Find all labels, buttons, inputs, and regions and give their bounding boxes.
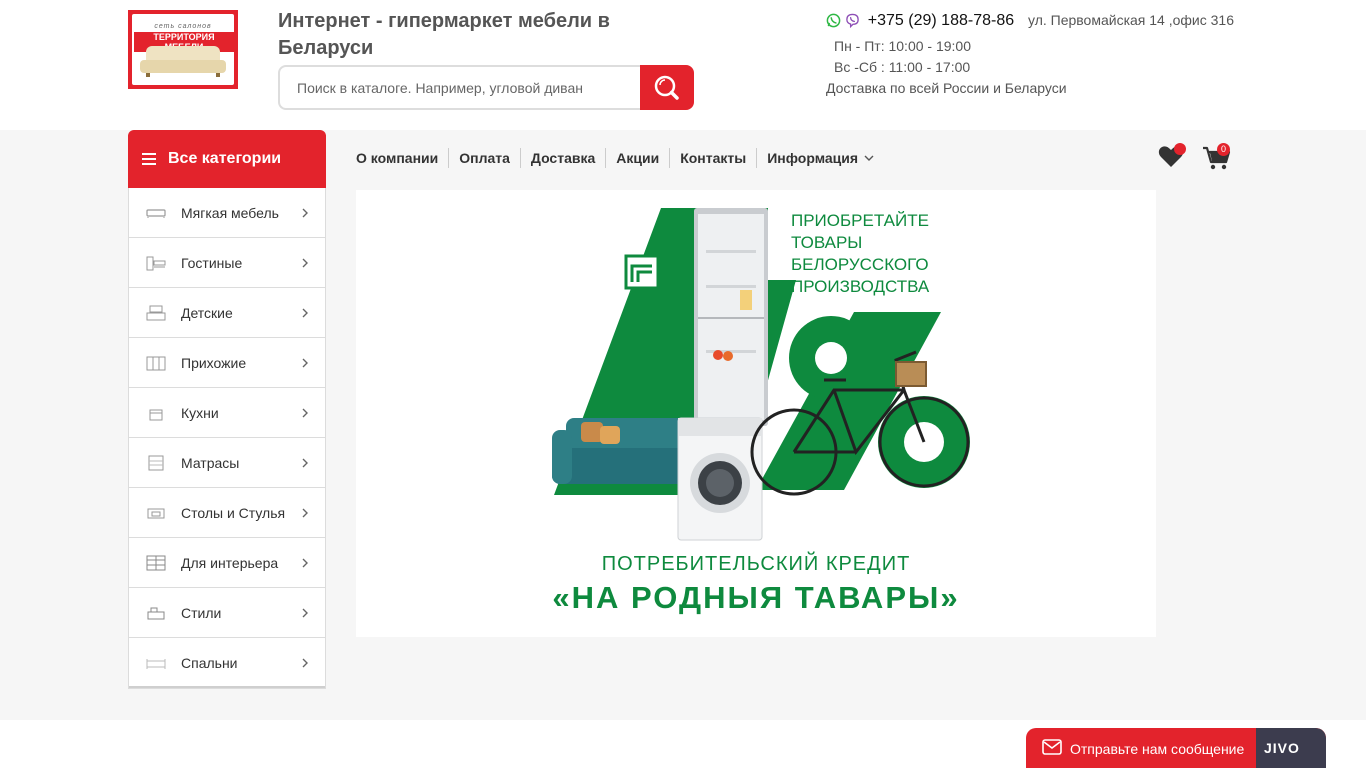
sidebar-item-label: Спальни bbox=[181, 655, 238, 671]
nav-item-delivery[interactable]: Доставка bbox=[519, 148, 605, 168]
category-list: Мягкая мебель Гостиные Детские Прихожие … bbox=[128, 188, 326, 689]
whatsapp-icon[interactable] bbox=[826, 13, 841, 28]
sidebar-item-soft-furniture[interactable]: Мягкая мебель bbox=[129, 188, 325, 238]
all-categories-button[interactable]: Все категории bbox=[128, 130, 326, 188]
menu-icon bbox=[142, 153, 156, 165]
chevron-right-icon bbox=[302, 508, 308, 518]
chat-widget-button[interactable]: Отправьте нам сообщение JIVO bbox=[1026, 728, 1326, 768]
living-room-icon bbox=[146, 256, 166, 271]
sidebar-item-label: Прихожие bbox=[181, 355, 247, 371]
nav-item-contacts[interactable]: Контакты bbox=[669, 148, 756, 168]
jivo-logo-text: JIVO bbox=[1264, 740, 1300, 756]
chevron-right-icon bbox=[302, 308, 308, 318]
styles-icon bbox=[147, 607, 165, 620]
sidebar-item-label: Матрасы bbox=[181, 455, 240, 471]
sidebar-item-kitchens[interactable]: Кухни bbox=[129, 388, 325, 438]
sidebar-item-label: Мягкая мебель bbox=[181, 205, 279, 221]
chevron-down-icon bbox=[864, 155, 874, 161]
nav-item-about[interactable]: О компании bbox=[356, 148, 448, 168]
search-form bbox=[278, 65, 694, 110]
wishlist-button[interactable] bbox=[1158, 143, 1186, 169]
sidebar-item-kids[interactable]: Детские bbox=[129, 288, 325, 338]
banner-headline-line: БЕЛОРУССКОГО bbox=[791, 255, 929, 274]
chevron-right-icon bbox=[302, 408, 308, 418]
search-icon bbox=[654, 75, 679, 100]
sofa-icon bbox=[146, 209, 166, 218]
promo-banner[interactable]: ПРИОБРЕТАЙТЕ ТОВАРЫ БЕЛОРУССКОГО ПРОИЗВО… bbox=[356, 190, 1156, 637]
chevron-right-icon bbox=[302, 608, 308, 618]
sidebar-item-label: Гостиные bbox=[181, 255, 243, 271]
chat-widget-label: Отправьте нам сообщение bbox=[1070, 741, 1245, 757]
sidebar-item-tables-chairs[interactable]: Столы и Стулья bbox=[129, 488, 325, 538]
sidebar-item-mattresses[interactable]: Матрасы bbox=[129, 438, 325, 488]
phone-number[interactable]: +375 (29) 188-78-86 bbox=[868, 12, 1014, 29]
hallway-icon bbox=[146, 356, 166, 371]
sidebar-item-styles[interactable]: Стили bbox=[129, 588, 325, 638]
logo-small-text: сеть салонов bbox=[154, 23, 212, 30]
chevron-right-icon bbox=[302, 208, 308, 218]
bed-icon bbox=[146, 659, 166, 669]
chevron-right-icon bbox=[302, 558, 308, 568]
chevron-right-icon bbox=[302, 458, 308, 468]
banner-subtitle: ПОТРЕБИТЕЛЬСКИЙ КРЕДИТ bbox=[602, 551, 911, 575]
viber-icon[interactable] bbox=[845, 13, 860, 28]
sidebar-item-living-rooms[interactable]: Гостиные bbox=[129, 238, 325, 288]
banner-headline-line: ТОВАРЫ bbox=[791, 233, 862, 252]
nav-item-information[interactable]: Информация bbox=[756, 148, 885, 168]
hours-weekend: Вс -Сб : 11:00 - 17:00 bbox=[834, 59, 971, 75]
interior-icon bbox=[146, 555, 166, 571]
site-header: сеть салонов ТЕРРИТОРИЯ МЕБЕЛИ Интернет … bbox=[0, 0, 1366, 130]
fridge-image bbox=[694, 208, 768, 426]
envelope-icon bbox=[1042, 739, 1062, 755]
sidebar-item-hallways[interactable]: Прихожие bbox=[129, 338, 325, 388]
nav-item-promotions[interactable]: Акции bbox=[605, 148, 669, 168]
cart-count-badge: 0 bbox=[1217, 143, 1230, 156]
site-logo[interactable]: сеть салонов ТЕРРИТОРИЯ МЕБЕЛИ bbox=[128, 10, 238, 89]
site-title: Интернет - гипермаркет мебели в Беларуси bbox=[278, 10, 610, 59]
sidebar-item-label: Кухни bbox=[181, 405, 219, 421]
kitchen-icon bbox=[149, 409, 163, 421]
banner-slogan: «НА РОДНЫЯ ТАВАРЫ» bbox=[552, 580, 959, 615]
sidebar-item-label: Стили bbox=[181, 605, 222, 621]
nav-item-payment[interactable]: Оплата bbox=[448, 148, 520, 168]
chevron-right-icon bbox=[302, 658, 308, 668]
banner-headline-line: ПРОИЗВОДСТВА bbox=[791, 277, 930, 296]
all-categories-label: Все категории bbox=[168, 150, 282, 167]
nav-item-information-label: Информация bbox=[767, 150, 859, 166]
hours-weekdays: Пн - Пт: 10:00 - 19:00 bbox=[834, 38, 971, 54]
promo-banner-graphic: ПРИОБРЕТАЙТЕ ТОВАРЫ БЕЛОРУССКОГО ПРОИЗВО… bbox=[552, 208, 970, 615]
jivo-logo: JIVO bbox=[1256, 728, 1326, 768]
sidebar-item-label: Для интерьера bbox=[181, 555, 279, 571]
sidebar-item-label: Столы и Стулья bbox=[181, 505, 286, 521]
wishlist-indicator bbox=[1174, 143, 1186, 155]
banner-headline-line: ПРИОБРЕТАЙТЕ bbox=[791, 211, 929, 230]
sidebar-item-interior[interactable]: Для интерьера bbox=[129, 538, 325, 588]
table-chair-icon bbox=[147, 508, 165, 519]
chevron-right-icon bbox=[302, 258, 308, 268]
sidebar-item-label: Детские bbox=[181, 305, 233, 321]
cart-button[interactable]: 0 bbox=[1202, 143, 1232, 171]
mattress-icon bbox=[148, 455, 164, 471]
kids-furniture-icon bbox=[146, 305, 166, 321]
main-nav: О компании Оплата Доставка Акции Контакты Инф… bbox=[356, 148, 885, 168]
sidebar-item-bedrooms[interactable]: Спальни bbox=[129, 638, 325, 688]
delivery-text: Доставка по всей России и Беларуси bbox=[826, 80, 1067, 96]
chevron-right-icon bbox=[302, 358, 308, 368]
address-text: ул. Первомайская 14 ,офис 316 bbox=[1028, 12, 1234, 28]
washing-machine-image bbox=[677, 417, 763, 541]
search-button[interactable] bbox=[640, 65, 694, 110]
search-input[interactable] bbox=[278, 65, 642, 110]
